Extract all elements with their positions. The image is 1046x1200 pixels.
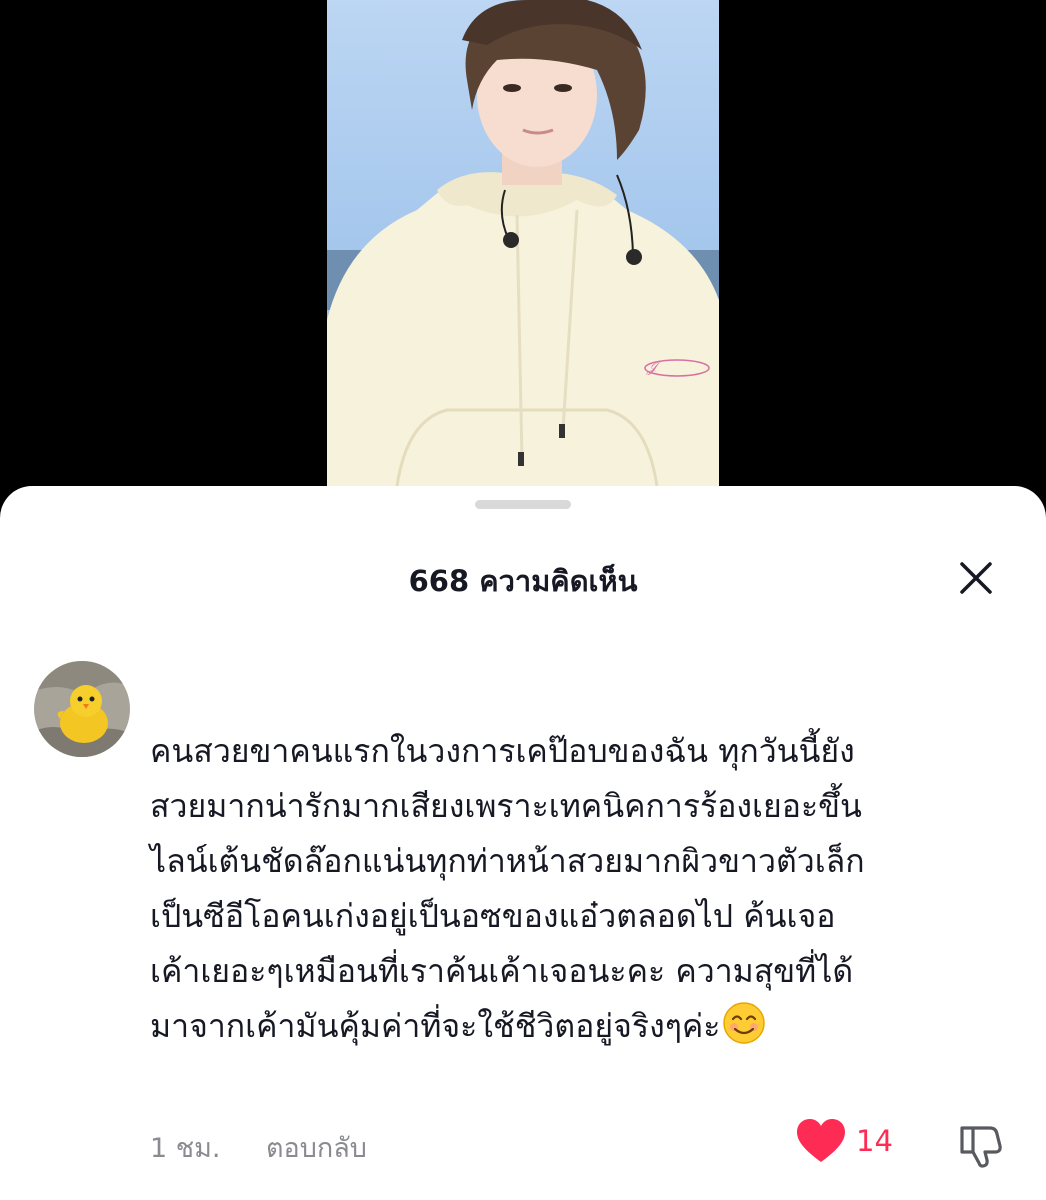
heart-icon[interactable]: [796, 1118, 846, 1164]
like-count: 14: [856, 1124, 893, 1158]
comments-count-title: 668 ความคิดเห็น: [408, 564, 638, 598]
smiling-face-emoji: [722, 1001, 766, 1045]
comment-timestamp: 1 ชม.: [150, 1133, 221, 1164]
comment-body: คนสวยขาคนแรกในวงการเคป๊อบของฉัน ทุกวันนี…: [150, 724, 1010, 1054]
close-icon[interactable]: [952, 554, 1000, 602]
avatar[interactable]: [34, 661, 130, 757]
comments-sheet: 668 ความคิดเห็น คนสวยขาคนแรกในวงการเคป๊อ…: [0, 486, 1046, 1200]
video-frame-photo: 𝒥: [327, 0, 719, 486]
reply-button[interactable]: ตอบกลับ: [266, 1126, 367, 1169]
drag-handle[interactable]: [475, 500, 571, 509]
video-player[interactable]: 𝒥: [0, 0, 1046, 520]
thumbs-down-icon[interactable]: [956, 1120, 1006, 1170]
comment-text: คนสวยขาคนแรกในวงการเคป๊อบของฉัน ทุกวันนี…: [150, 732, 865, 1045]
